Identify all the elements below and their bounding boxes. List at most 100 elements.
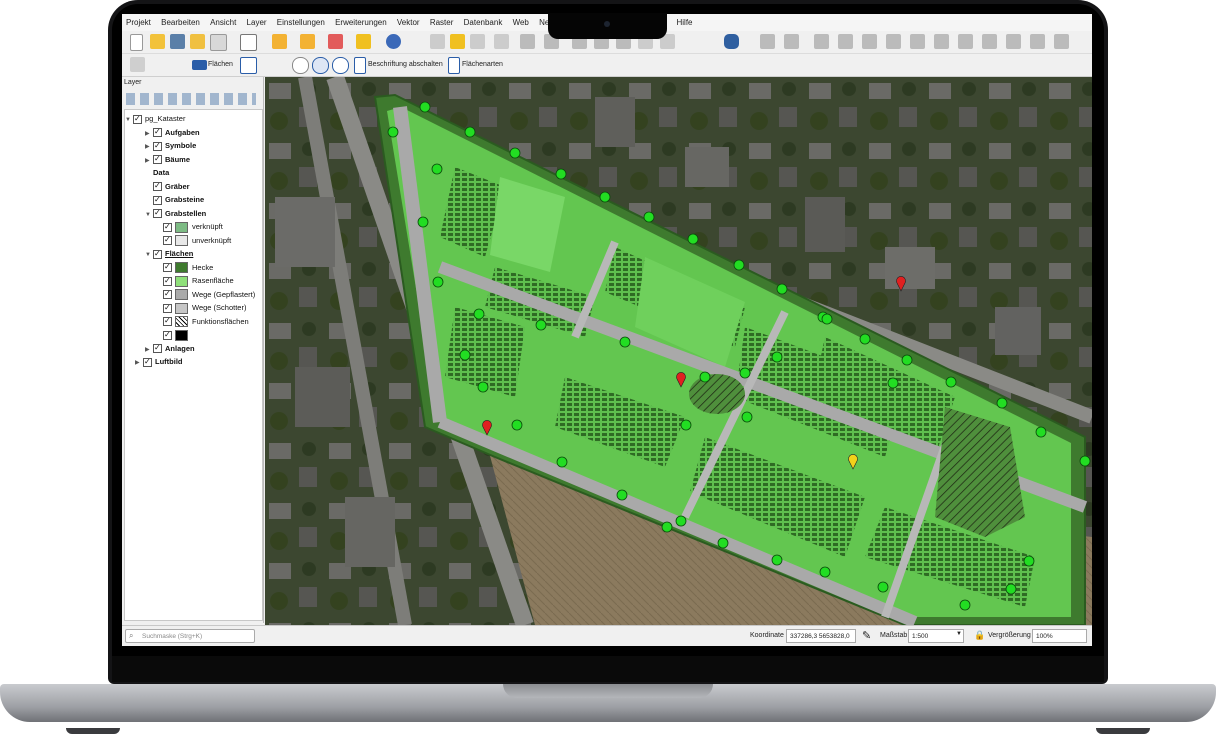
tree-marker[interactable]: [477, 381, 489, 393]
tree-marker[interactable]: [741, 411, 753, 423]
select-by-expression-icon[interactable]: [356, 34, 371, 49]
select-features-icon[interactable]: [272, 34, 287, 49]
chevron-icon[interactable]: ▼: [145, 209, 153, 222]
layer-checkbox[interactable]: [163, 301, 172, 314]
toggle-editing-icon[interactable]: [450, 34, 465, 49]
save-edits-icon[interactable]: [470, 34, 485, 49]
tree-marker[interactable]: [1035, 426, 1047, 438]
tree-marker[interactable]: [459, 349, 471, 361]
chevron-icon[interactable]: ▼: [145, 249, 153, 262]
chevron-icon[interactable]: ▶: [135, 357, 143, 370]
tree-marker[interactable]: [432, 276, 444, 288]
menu-datenbank[interactable]: Datenbank: [464, 18, 503, 27]
close-tool-icon[interactable]: [130, 57, 145, 72]
coordinate-toggle-icon[interactable]: ✎: [862, 629, 871, 642]
tree-marker[interactable]: [599, 191, 611, 203]
tree-marker[interactable]: [419, 101, 431, 113]
layer-item[interactable]: Funktionsflächen: [155, 314, 249, 328]
layer-item[interactable]: ▶Symbole: [145, 139, 196, 152]
tree-marker[interactable]: [771, 351, 783, 363]
layer-item[interactable]: ▶Anlagen: [145, 341, 195, 355]
menu-bearbeiten[interactable]: Bearbeiten: [161, 18, 200, 27]
tree-marker[interactable]: [643, 211, 655, 223]
layer-item[interactable]: ▼ Grabstellen: [145, 206, 206, 222]
pan-hand-icon[interactable]: [240, 34, 257, 51]
tree-marker[interactable]: [1079, 455, 1091, 467]
layer-checkbox[interactable]: [153, 193, 162, 206]
tree-marker[interactable]: [859, 333, 871, 345]
advanced-digitize-icon[interactable]: [784, 34, 799, 49]
chevron-down-icon[interactable]: ▼: [956, 631, 962, 637]
split-parts-icon[interactable]: [1030, 34, 1045, 49]
deselect-icon[interactable]: [300, 34, 315, 49]
tree-marker[interactable]: [821, 313, 833, 325]
layer-checkbox[interactable]: [153, 125, 162, 138]
split-features-icon[interactable]: [1006, 34, 1021, 49]
layer-item[interactable]: verknüpft: [155, 220, 223, 233]
offset-curve-icon[interactable]: [982, 34, 997, 49]
zoom-in-icon[interactable]: [292, 57, 309, 74]
edit-pencil-icon[interactable]: [430, 34, 445, 49]
menu-hilfe[interactable]: Hilfe: [677, 18, 693, 27]
layer-checkbox[interactable]: [153, 179, 162, 192]
layer-item[interactable]: ▼ pg_Kataster: [125, 112, 185, 125]
tree-marker[interactable]: [819, 566, 831, 578]
digitize-tools-icon[interactable]: [760, 34, 775, 49]
digitize-icon[interactable]: [494, 34, 509, 49]
search-map-icon[interactable]: [332, 57, 349, 74]
layer-item[interactable]: Wege (Schotter): [155, 301, 246, 314]
merge-features-icon[interactable]: [1054, 34, 1069, 49]
tree-marker[interactable]: [680, 419, 692, 431]
layer-checkbox[interactable]: [153, 152, 162, 165]
layer-item[interactable]: ▼ Flächen: [145, 247, 193, 260]
simplify-icon[interactable]: [838, 34, 853, 49]
search-input[interactable]: Suchmaske (Strg+K): [125, 629, 255, 643]
reshape-icon[interactable]: [958, 34, 973, 49]
layer-item[interactable]: Rasenfläche: [155, 274, 234, 287]
koordinate-field[interactable]: 337286,3 5653828,0: [786, 629, 856, 643]
tree-marker[interactable]: [887, 377, 899, 389]
layer-checkbox[interactable]: [153, 341, 162, 354]
new-project-icon[interactable]: [130, 34, 143, 51]
tree-marker[interactable]: [675, 515, 687, 527]
layer-item[interactable]: ▶ Luftbild: [135, 355, 183, 368]
layer-item[interactable]: unverknüpft: [155, 233, 231, 247]
label-tag-icon[interactable]: [354, 57, 366, 74]
menu-einstellungen[interactable]: Einstellungen: [277, 18, 325, 27]
layer-checkbox[interactable]: [143, 355, 152, 368]
layer-item[interactable]: Hecke: [155, 260, 213, 274]
save-as-icon[interactable]: [190, 34, 205, 49]
lock-icon[interactable]: 🔒: [974, 630, 985, 641]
rotate-feature-icon[interactable]: [814, 34, 829, 49]
tree-marker[interactable]: [431, 163, 443, 175]
tree-marker[interactable]: [616, 489, 628, 501]
fill-ring-icon[interactable]: [910, 34, 925, 49]
tree-marker[interactable]: [901, 354, 913, 366]
tree-marker[interactable]: [687, 233, 699, 245]
layer-toolbar-icons[interactable]: [126, 93, 256, 105]
tree-marker[interactable]: [417, 216, 429, 228]
tree-marker[interactable]: [776, 283, 788, 295]
tree-marker[interactable]: [535, 319, 547, 331]
layer-checkbox[interactable]: [163, 260, 172, 273]
layer-item[interactable]: [155, 328, 192, 341]
delete-ring-icon[interactable]: [934, 34, 949, 49]
info-icon[interactable]: [312, 57, 329, 74]
tree-marker[interactable]: [464, 126, 476, 138]
layer-checkbox[interactable]: [163, 233, 172, 246]
menu-vektor[interactable]: Vektor: [397, 18, 420, 27]
menu-erweiterungen[interactable]: Erweiterungen: [335, 18, 387, 27]
tree-marker[interactable]: [739, 367, 751, 379]
tree-marker[interactable]: [877, 581, 889, 593]
layer-item[interactable]: Gräber: [145, 179, 190, 193]
layer-item[interactable]: Data: [145, 166, 169, 179]
add-part-icon[interactable]: [886, 34, 901, 49]
tree-marker[interactable]: [511, 419, 523, 431]
tree-marker[interactable]: [959, 599, 971, 611]
layer-item[interactable]: ▶Aufgaben: [145, 125, 200, 139]
layer-checkbox[interactable]: [163, 287, 172, 300]
menu-web[interactable]: Web: [513, 18, 529, 27]
tree-marker[interactable]: [996, 397, 1008, 409]
vergroesserung-field[interactable]: 100%: [1032, 629, 1087, 643]
add-ring-icon[interactable]: [862, 34, 877, 49]
